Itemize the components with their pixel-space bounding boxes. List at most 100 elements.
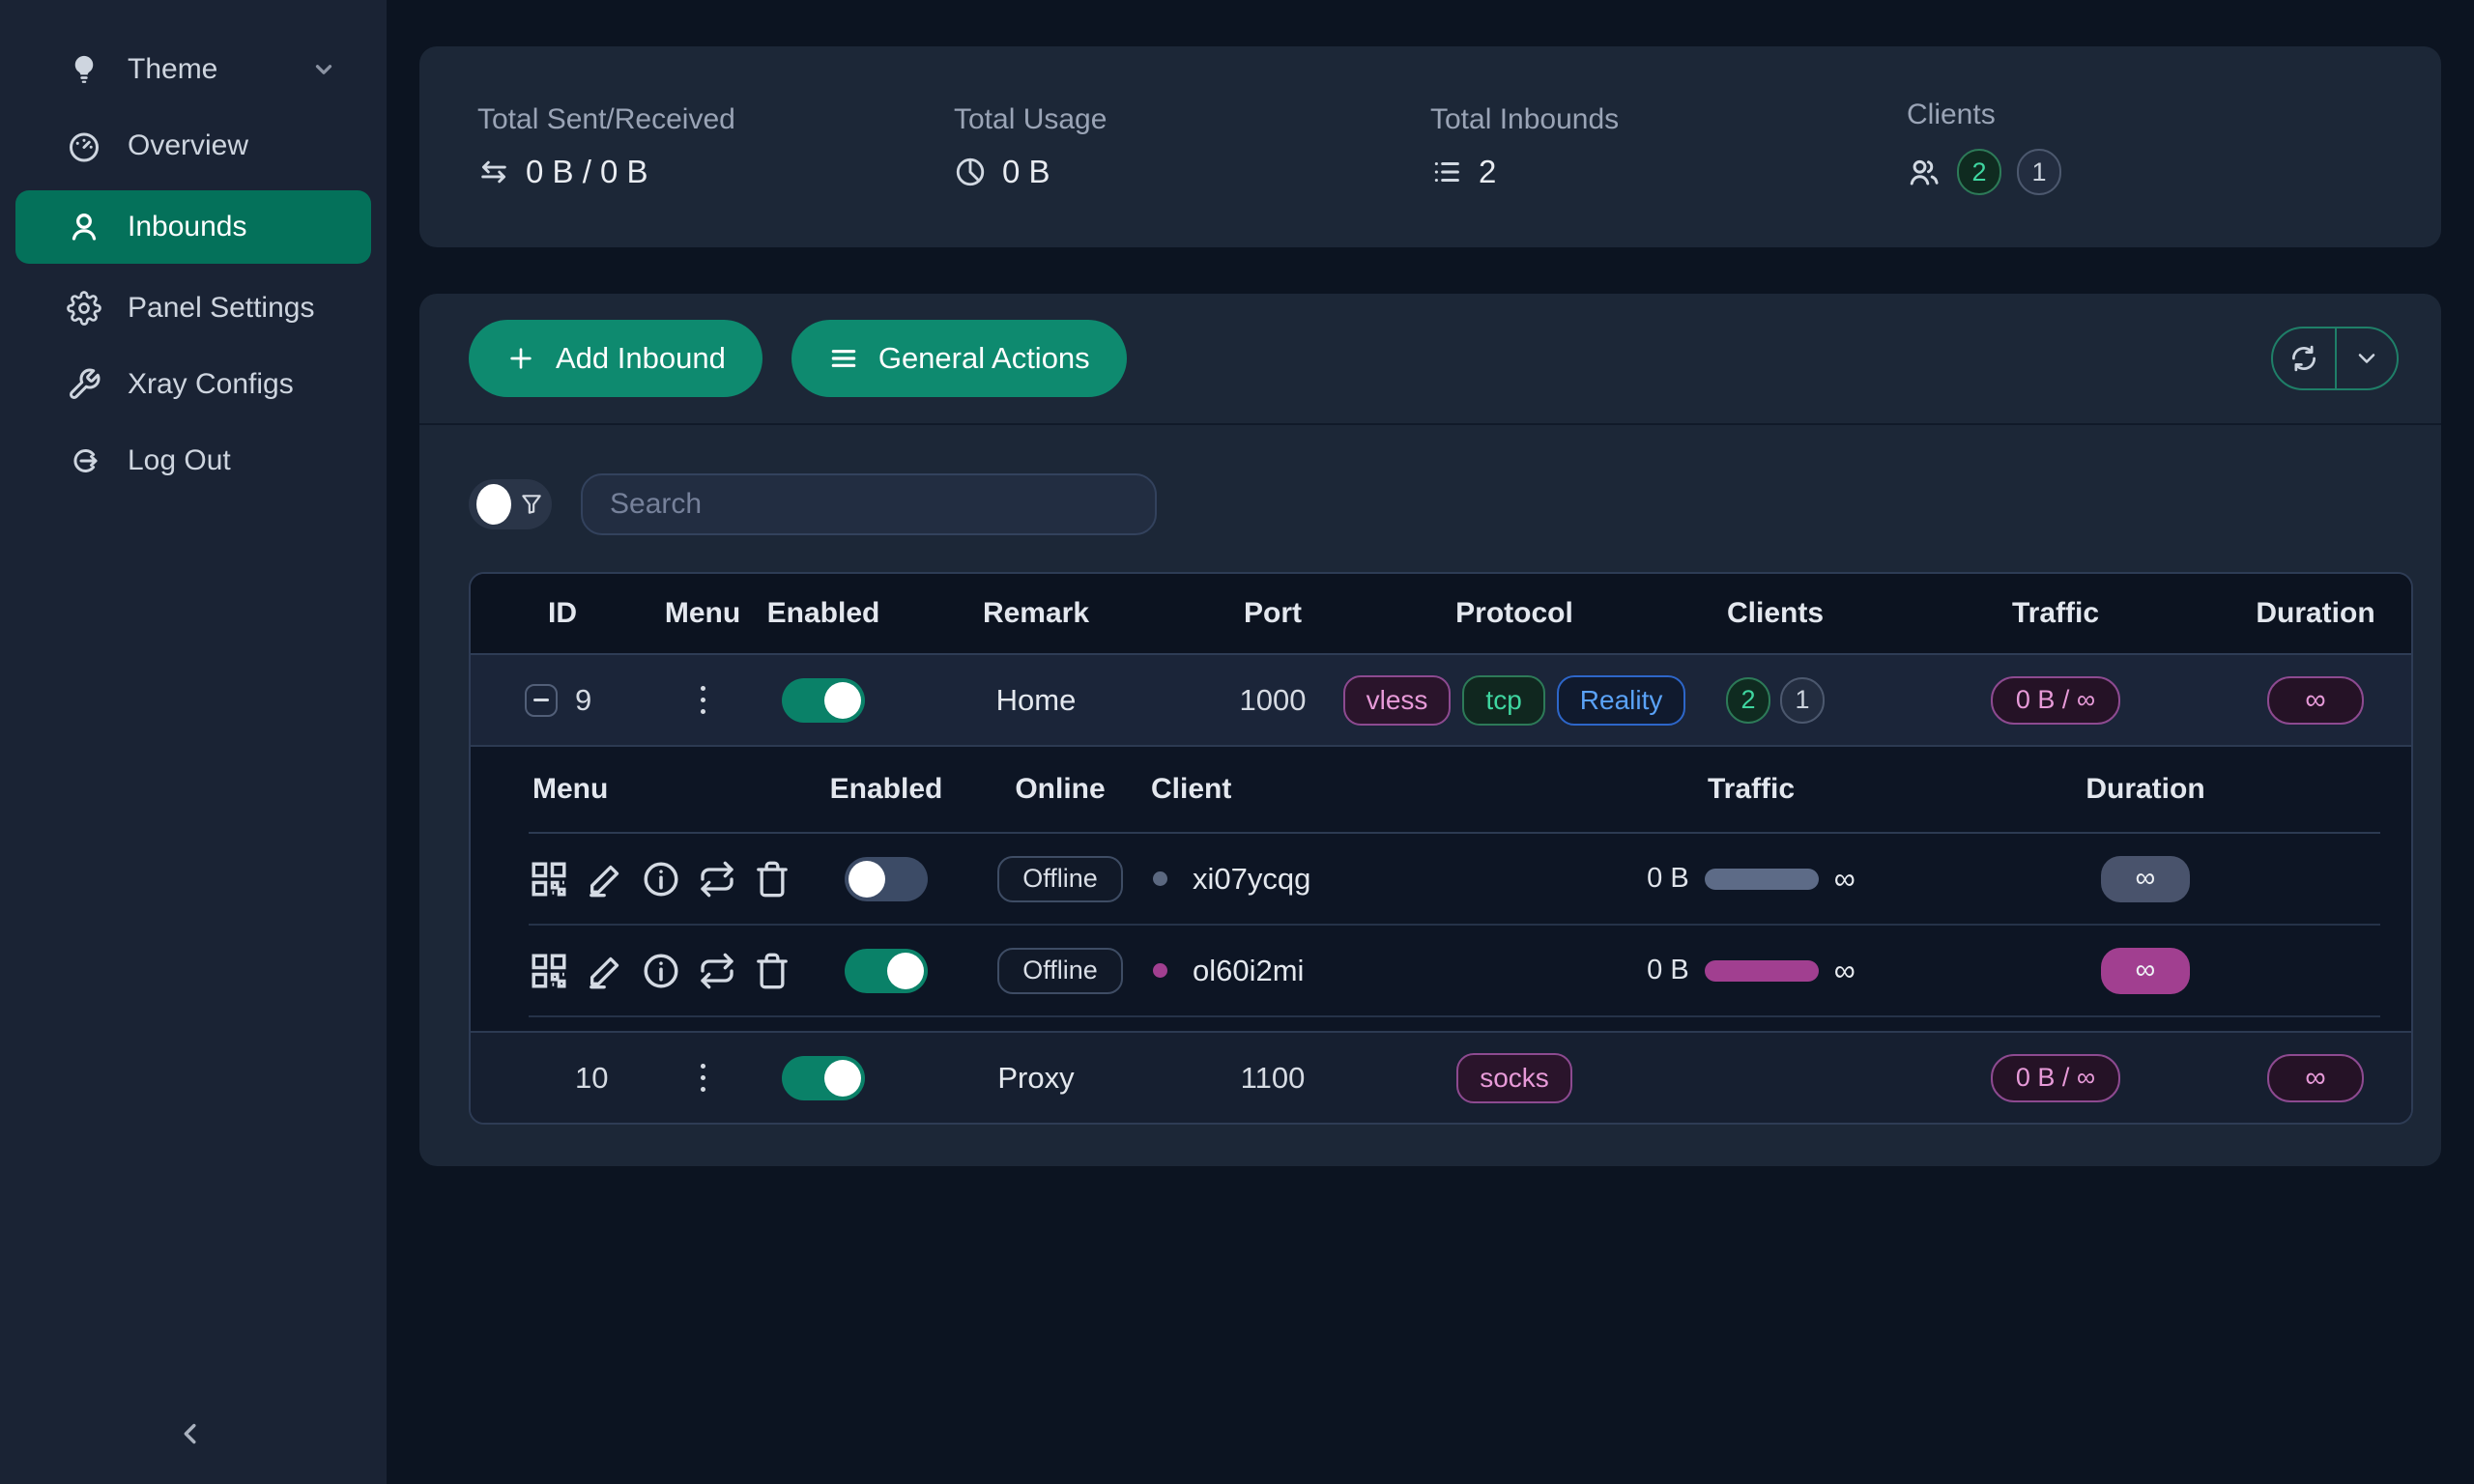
gear-icon [66, 290, 102, 327]
repeat-icon [698, 952, 736, 990]
clients-deactive-badge: 1 [1780, 677, 1825, 724]
minus-icon [533, 699, 549, 701]
inbounds-toolbar: Add Inbound General Actions [419, 294, 2441, 423]
edit-client-button[interactable] [586, 860, 624, 899]
general-actions-button[interactable]: General Actions [791, 320, 1127, 397]
enabled-toggle[interactable] [782, 1056, 865, 1100]
row-remark: Proxy [896, 1061, 1176, 1096]
table-row: 9 Home 1000 vless tcp Reality [471, 655, 2411, 747]
table-header-row: ID Menu Enabled Remark Port Protocol Cli… [471, 574, 2411, 655]
sidebar-item-label: Xray Configs [128, 368, 294, 401]
refresh-interval-dropdown[interactable] [2335, 328, 2397, 388]
stat-total-usage: Total Usage 0 B [954, 103, 1430, 190]
table-row: 10 Proxy 1100 socks 0 B / ∞ [471, 1031, 2411, 1123]
sidebar-item-panel-settings[interactable]: Panel Settings [15, 276, 371, 340]
transfer-arrows-icon [477, 156, 510, 188]
stat-value: 2 [1479, 154, 1496, 190]
theme-label: Theme [128, 53, 217, 86]
stats-card: Total Sent/Received 0 B / 0 B Total Usag… [419, 46, 2441, 247]
client-info-button[interactable] [641, 951, 681, 991]
add-inbound-label: Add Inbound [556, 341, 726, 376]
edit-client-button[interactable] [586, 952, 624, 990]
delete-client-button[interactable] [753, 952, 791, 990]
subcol-header-client: Client [1147, 773, 1592, 806]
pencil-icon [586, 860, 624, 899]
trash-icon [753, 860, 791, 899]
toggle-knob [849, 861, 885, 898]
col-header-enabled: Enabled [751, 597, 896, 630]
client-subtable: Menu Enabled Online Client Traffic Durat… [471, 747, 2411, 1031]
subtable-header-row: Menu Enabled Online Client Traffic Durat… [529, 747, 2380, 834]
filter-row [419, 425, 2441, 535]
row-menu-button[interactable] [695, 680, 711, 720]
chevron-left-icon [175, 1417, 208, 1450]
row-port: 1000 [1176, 683, 1369, 718]
qr-code-button[interactable] [529, 859, 569, 899]
refresh-icon [2289, 344, 2318, 373]
theme-selector[interactable]: Theme [15, 38, 371, 101]
duration-badge: ∞ [2267, 1054, 2364, 1102]
filter-toggle[interactable] [469, 479, 552, 529]
gauge-icon [66, 128, 102, 164]
subcol-header-online: Online [973, 773, 1147, 806]
client-enabled-toggle[interactable] [845, 857, 928, 901]
duration-badge: ∞ [2101, 856, 2190, 902]
row-menu-button[interactable] [695, 1058, 711, 1098]
traffic-badge: 0 B / ∞ [1991, 676, 2120, 725]
chevron-down-icon [2353, 345, 2380, 372]
enabled-toggle[interactable] [782, 678, 865, 723]
reset-traffic-button[interactable] [698, 952, 736, 990]
client-row: Offline ol60i2mi 0 B ∞ ∞ [529, 926, 2380, 1017]
traffic-used: 0 B [1647, 863, 1689, 895]
sidebar-item-overview[interactable]: Overview [15, 114, 371, 178]
qr-code-button[interactable] [529, 951, 569, 991]
duration-badge: ∞ [2267, 676, 2364, 725]
row-remark: Home [896, 683, 1176, 718]
add-inbound-button[interactable]: Add Inbound [469, 320, 762, 397]
protocol-badge: socks [1456, 1053, 1572, 1103]
sidebar-item-label: Panel Settings [128, 292, 314, 325]
sidebar-item-label: Inbounds [128, 211, 246, 243]
subcol-header-enabled: Enabled [799, 773, 973, 806]
row-id: 10 [575, 1061, 608, 1096]
online-status-badge: Offline [997, 948, 1123, 994]
sidebar-item-xray-configs[interactable]: Xray Configs [15, 353, 371, 416]
info-circle-icon [641, 951, 681, 991]
traffic-used: 0 B [1647, 955, 1689, 986]
col-header-menu: Menu [654, 597, 751, 630]
stat-clients: Clients 2 1 [1907, 99, 2383, 195]
protocol-badge: tcp [1462, 675, 1544, 726]
row-id: 9 [575, 683, 591, 718]
col-header-id: ID [471, 597, 654, 630]
col-header-port: Port [1176, 597, 1369, 630]
delete-client-button[interactable] [753, 860, 791, 899]
refresh-button[interactable] [2273, 328, 2335, 388]
traffic-progress-bar [1705, 869, 1819, 890]
reset-traffic-button[interactable] [698, 860, 736, 899]
stat-total-inbounds: Total Inbounds 2 [1430, 103, 1907, 190]
search-input[interactable] [581, 473, 1157, 535]
sidebar-item-inbounds[interactable]: Inbounds [15, 190, 371, 264]
col-header-clients: Clients [1659, 597, 1891, 630]
sidebar-item-label: Overview [128, 129, 248, 162]
client-enabled-toggle[interactable] [845, 949, 928, 993]
toggle-knob [887, 953, 924, 989]
col-header-protocol: Protocol [1369, 597, 1659, 630]
logout-icon [66, 442, 102, 479]
col-header-duration: Duration [2220, 597, 2411, 630]
client-status-dot [1153, 963, 1167, 978]
sidebar: Theme Overview Inbounds Panel Settings [0, 0, 387, 1484]
sidebar-item-log-out[interactable]: Log Out [15, 429, 371, 493]
collapse-row-button[interactable] [525, 684, 558, 717]
toggle-knob [824, 682, 861, 719]
online-status-badge: Offline [997, 856, 1123, 902]
inbounds-table: ID Menu Enabled Remark Port Protocol Cli… [469, 572, 2413, 1125]
info-circle-icon [641, 859, 681, 899]
traffic-badge: 0 B / ∞ [1991, 1054, 2120, 1102]
trash-icon [753, 952, 791, 990]
qr-code-icon [529, 951, 569, 991]
client-info-button[interactable] [641, 859, 681, 899]
wrench-icon [66, 366, 102, 403]
sidebar-collapse-button[interactable] [166, 1409, 216, 1459]
stat-total-sent-received: Total Sent/Received 0 B / 0 B [477, 103, 954, 190]
